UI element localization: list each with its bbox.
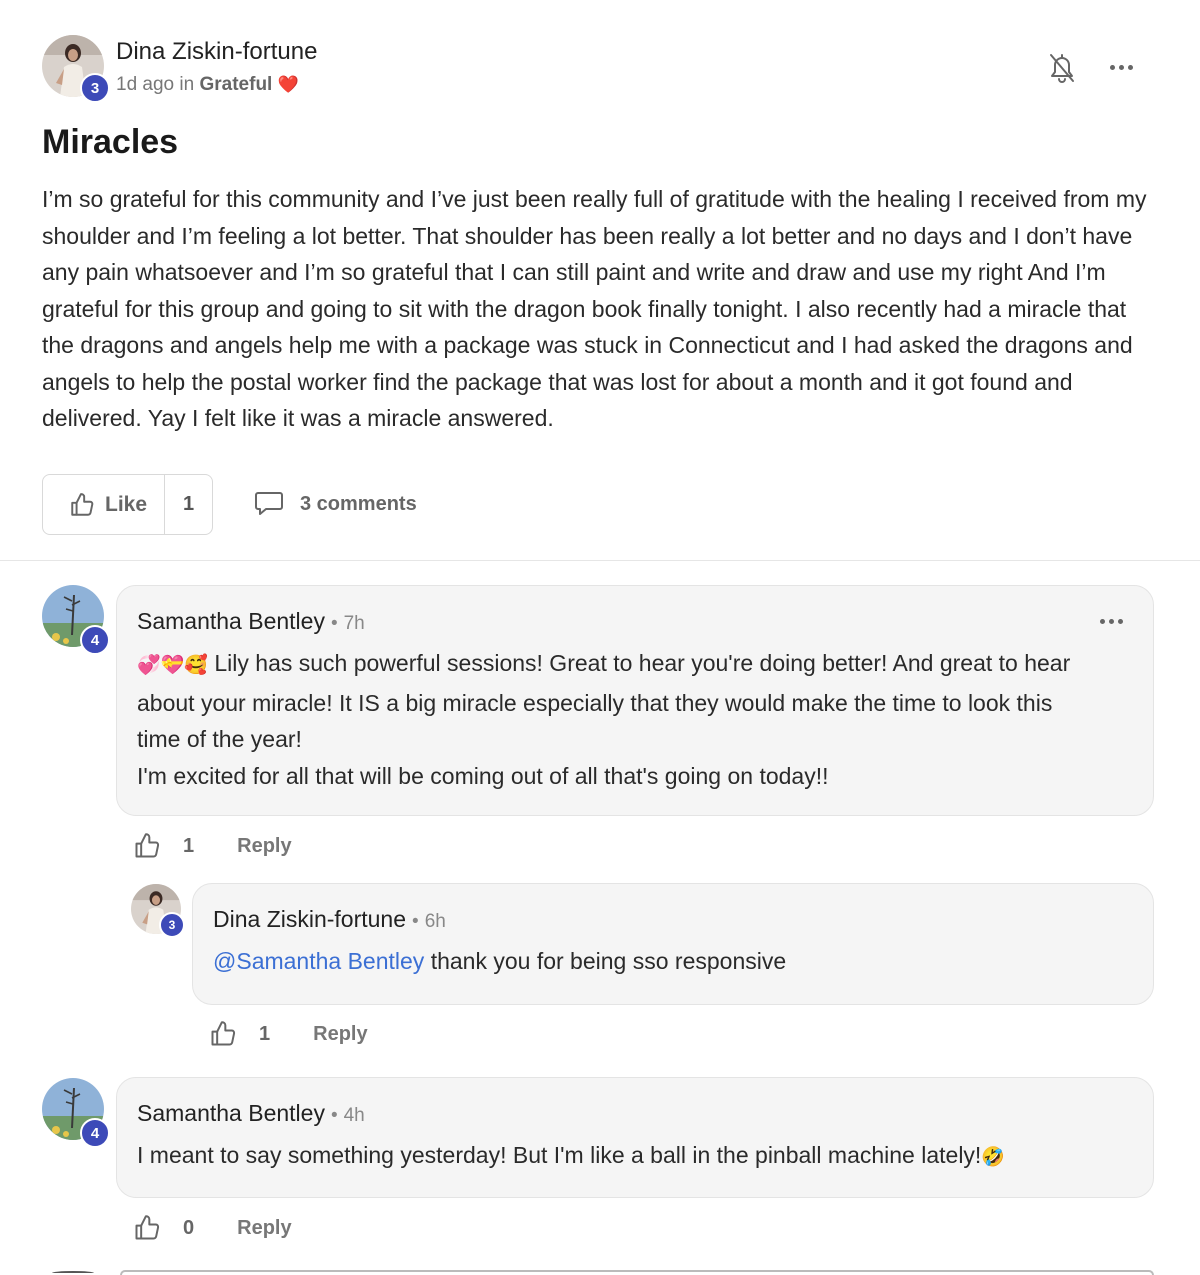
comment-text: 💞💝🥰 Lily has such powerful sessions! Gre… (137, 645, 1137, 794)
reply-button[interactable]: Reply (237, 1217, 291, 1240)
comment-author-avatar[interactable]: 4 (42, 585, 110, 655)
thumbs-up-icon (69, 492, 95, 518)
comment-text: @Samantha Bentley thank you for being ss… (213, 943, 1133, 980)
thumbs-up-icon[interactable] (209, 1020, 237, 1048)
comment-line-2: about your miracle! It IS a big miracle … (137, 689, 1053, 716)
comment-input-edge[interactable] (120, 1270, 1154, 1275)
comments-link[interactable]: 3 comments (254, 490, 417, 518)
more-icon[interactable] (1110, 65, 1133, 70)
post-space-link[interactable]: Grateful (199, 74, 272, 95)
post-body: I’m so grateful for this community and I… (42, 186, 1147, 431)
section-divider (0, 560, 1200, 561)
mention-link[interactable]: @Samantha Bentley (213, 948, 424, 974)
thumbs-up-icon[interactable] (133, 1214, 161, 1242)
post-time: 1d ago (116, 74, 175, 95)
comment-line-1: I meant to say something yesterday! But … (137, 1142, 982, 1168)
post-author-name[interactable]: Dina Ziskin-fortune (116, 38, 317, 66)
comment-bubble: Dina Ziskin-fortune • 6h @Samantha Bentl… (192, 883, 1154, 1005)
comment-time: 6h (424, 911, 446, 932)
comment-author-avatar[interactable]: 4 (42, 1078, 110, 1148)
comment-icon (254, 490, 284, 518)
comment-bubble: Samantha Bentley • 7h 💞💝🥰 Lily has such … (116, 585, 1154, 816)
comment-author-avatar[interactable]: 3 (131, 884, 185, 938)
comment-emoji: 💞💝🥰 (137, 655, 208, 676)
comment-line-3: time of the year! (137, 726, 302, 752)
reply-button[interactable]: Reply (313, 1023, 367, 1046)
comment-like-count[interactable]: 1 (183, 835, 194, 858)
post-in-word: in (179, 74, 195, 95)
comment-like-count[interactable]: 0 (183, 1217, 194, 1240)
bell-off-icon[interactable] (1048, 52, 1076, 84)
level-badge: 3 (159, 912, 185, 938)
post-meta: 1d ago in Grateful ❤️ (116, 74, 299, 96)
level-badge: 3 (80, 73, 110, 103)
comment-time: 7h (343, 613, 365, 634)
comment-author-name[interactable]: Samantha Bentley (137, 608, 325, 635)
heart-emoji: ❤️ (277, 75, 299, 94)
more-icon[interactable] (1100, 619, 1123, 624)
comment-separator: • (330, 1105, 338, 1126)
post-title: Miracles (42, 123, 179, 161)
comment-author-name[interactable]: Dina Ziskin-fortune (213, 906, 406, 933)
comment-emoji: 🤣 (981, 1147, 1005, 1168)
comment-separator: • (412, 911, 419, 932)
comment-separator: • (330, 613, 338, 634)
like-button-group: Like 1 (42, 474, 213, 535)
comment-line-4: I'm excited for all that will be coming … (137, 762, 829, 789)
comment-actions: 1 Reply (209, 1020, 368, 1048)
level-badge: 4 (80, 625, 110, 655)
level-badge: 4 (80, 1118, 110, 1148)
comment-author-name[interactable]: Samantha Bentley (137, 1100, 325, 1127)
comment-line-1: Lily has such powerful sessions! Great t… (207, 650, 1071, 676)
comment-line-1: thank you for being sso responsive (424, 948, 787, 974)
post-author-avatar[interactable]: 3 (42, 35, 110, 103)
comment-actions: 1 Reply (133, 832, 292, 860)
like-label: Like (105, 492, 148, 516)
comment-like-count[interactable]: 1 (259, 1023, 270, 1046)
comment-actions: 0 Reply (133, 1214, 292, 1242)
input-avatar-edge (52, 1271, 94, 1275)
comment-time: 4h (343, 1105, 365, 1126)
like-button[interactable]: Like (43, 475, 165, 534)
comment-text: I meant to say something yesterday! But … (137, 1137, 1137, 1177)
reply-button[interactable]: Reply (237, 835, 291, 858)
like-count[interactable]: 1 (165, 493, 212, 516)
comments-count-label: 3 comments (300, 492, 417, 515)
thumbs-up-icon[interactable] (133, 832, 161, 860)
comment-bubble: Samantha Bentley • 4h I meant to say som… (116, 1077, 1154, 1198)
